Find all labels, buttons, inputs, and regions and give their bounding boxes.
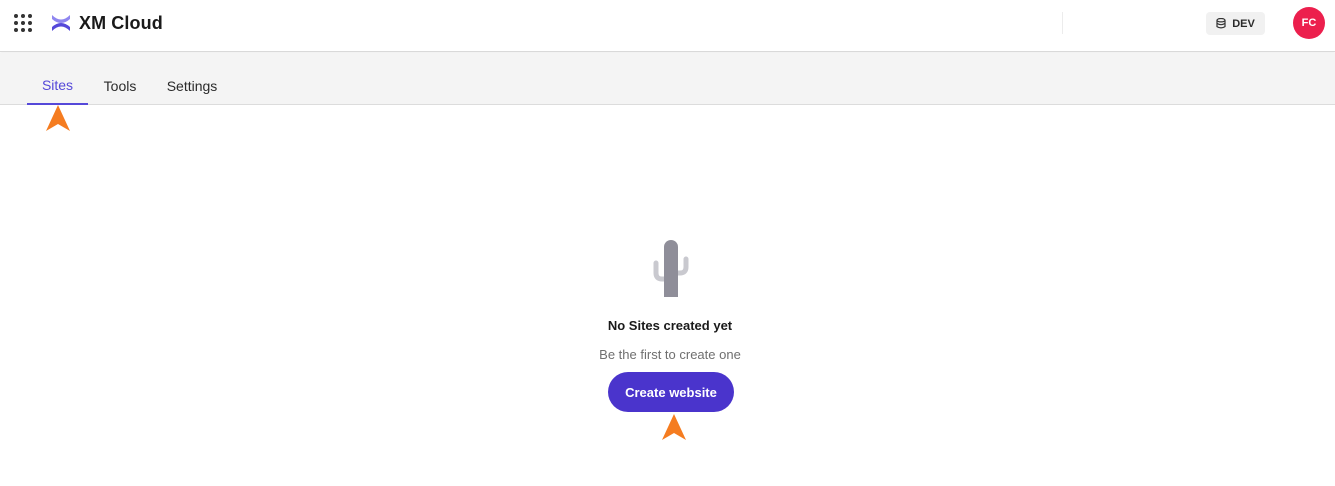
apps-menu-button[interactable]: [13, 13, 33, 33]
grid-dots-icon: [14, 14, 32, 32]
tab-tools[interactable]: Tools: [96, 53, 144, 105]
empty-state: No Sites created yet Be the first to cre…: [470, 230, 870, 430]
cactus-icon: [653, 240, 689, 297]
app-title: XM Cloud: [79, 13, 163, 33]
tab-bar: Sites Tools Settings: [0, 53, 1335, 105]
tab-sites[interactable]: Sites: [27, 53, 88, 105]
empty-state-subtitle: Be the first to create one: [599, 347, 741, 362]
tab-settings[interactable]: Settings: [158, 53, 226, 105]
avatar-initials: FC: [1301, 17, 1317, 29]
create-website-button[interactable]: Create website: [608, 372, 734, 412]
top-header: XM Cloud DEV FC: [0, 0, 1335, 52]
environment-label: DEV: [1232, 17, 1255, 30]
pointer-arrow-icon: [46, 105, 70, 131]
empty-state-title: No Sites created yet: [607, 318, 733, 333]
tab-label: Settings: [166, 78, 218, 94]
tab-label: Tools: [103, 78, 137, 94]
tab-label: Sites: [41, 77, 74, 93]
header-divider: [1062, 12, 1063, 34]
xm-cloud-logo[interactable]: [50, 12, 72, 34]
database-icon: [1216, 18, 1226, 29]
environment-badge[interactable]: DEV: [1206, 12, 1265, 35]
pointer-arrow-icon: [662, 414, 686, 440]
user-avatar[interactable]: FC: [1293, 7, 1325, 39]
